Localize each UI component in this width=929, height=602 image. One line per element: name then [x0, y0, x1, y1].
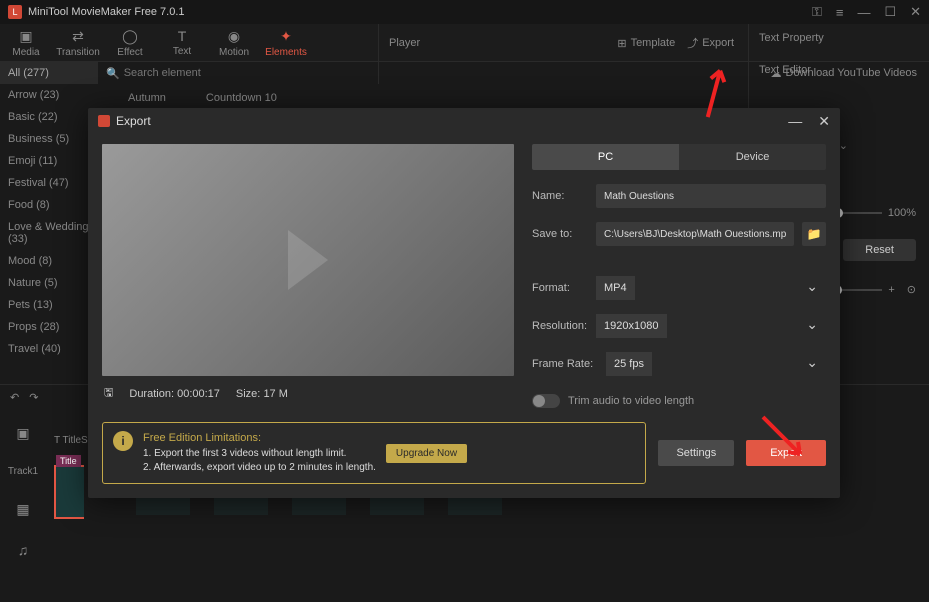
opacity-value: 100%: [888, 207, 916, 219]
minimize-button[interactable]: —: [857, 5, 870, 20]
panel-title: Text Property: [759, 32, 916, 44]
sidebar-item[interactable]: Festival (47): [0, 172, 98, 194]
plus-icon[interactable]: +: [888, 284, 894, 296]
clip-badge: Title: [56, 455, 81, 467]
browse-folder-button[interactable]: 📁: [802, 222, 826, 246]
titles-clip-label: T TitleS: [54, 435, 88, 446]
elements-icon: ✦: [280, 28, 292, 45]
undo-icon[interactable]: ↶: [10, 391, 19, 404]
tab-pc[interactable]: PC: [532, 144, 679, 170]
limitations-title: Free Edition Limitations:: [143, 431, 376, 445]
saveto-input[interactable]: [596, 222, 794, 246]
name-label: Name:: [532, 190, 588, 202]
menu-icon[interactable]: ≡: [836, 5, 844, 20]
tab-device[interactable]: Device: [679, 144, 826, 170]
toolbar-export-button[interactable]: ⤴Export: [687, 35, 734, 51]
motion-icon: ◉: [228, 28, 240, 45]
element-thumb-label[interactable]: Autumn: [128, 92, 166, 104]
element-thumb-label[interactable]: Countdown 10: [206, 92, 277, 104]
tab-text[interactable]: TText: [156, 24, 208, 61]
saveto-label: Save to:: [532, 228, 588, 240]
sidebar-item[interactable]: Emoji (11): [0, 150, 98, 172]
folder-icon: ▣: [19, 28, 32, 45]
trim-audio-label: Trim audio to video length: [568, 395, 694, 407]
player-panel: Player ⊞Template ⤴Export: [378, 24, 744, 84]
tab-motion[interactable]: ◉Motion: [208, 24, 260, 61]
trim-audio-toggle[interactable]: [532, 394, 560, 408]
limitations-line-1: 1. Export the first 3 videos without len…: [143, 447, 376, 461]
video-clip[interactable]: Title: [54, 465, 84, 519]
key-icon[interactable]: ⚿: [812, 4, 822, 20]
sidebar-item[interactable]: Arrow (23): [0, 84, 98, 106]
export-dialog: Export — ✕ 🖫 Duration: 00:00:17 Size: 17…: [88, 108, 840, 498]
save-icon: 🖫: [104, 384, 113, 403]
layer-icon[interactable]: ▣: [16, 425, 29, 442]
sidebar-header[interactable]: All (277): [0, 62, 98, 84]
export-target-tabs: PC Device: [532, 144, 826, 170]
template-button[interactable]: ⊞Template: [617, 37, 675, 50]
export-preview: [102, 144, 514, 376]
export-button[interactable]: Export: [746, 440, 826, 466]
chevron-down-icon[interactable]: ⌄: [839, 139, 848, 152]
close-window-button[interactable]: ✕: [910, 4, 921, 20]
tab-elements[interactable]: ✦Elements: [260, 24, 312, 61]
music-icon[interactable]: ♫: [18, 542, 29, 558]
redo-icon[interactable]: ↷: [29, 391, 38, 404]
format-label: Format:: [532, 282, 588, 294]
duration-label: Duration: 00:00:17: [129, 388, 220, 400]
title-bar: L MiniTool MovieMaker Free 7.0.1 ⚿ ≡ — ☐…: [0, 0, 929, 24]
category-sidebar: Arrow (23) Basic (22) Business (5) Emoji…: [0, 84, 98, 384]
sidebar-item[interactable]: Food (8): [0, 194, 98, 216]
settings-button[interactable]: Settings: [658, 440, 734, 466]
folder-icon: 📁: [807, 227, 822, 241]
image-icon[interactable]: ▦: [16, 501, 29, 518]
size-label: Size: 17 M: [236, 388, 288, 400]
panel-subtitle: Text Editor: [759, 64, 916, 76]
tab-media[interactable]: ▣Media: [0, 24, 52, 61]
name-input[interactable]: [596, 184, 826, 208]
track-label: Track1: [8, 466, 38, 477]
fit-icon[interactable]: ⊙: [907, 283, 916, 296]
format-select[interactable]: MP4: [596, 276, 635, 300]
player-label: Player: [389, 37, 420, 49]
tab-transition[interactable]: ⇄Transition: [52, 24, 104, 61]
search-icon: 🔍: [106, 67, 120, 80]
limitations-banner: i Free Edition Limitations: 1. Export th…: [102, 422, 646, 484]
transition-icon: ⇄: [72, 28, 84, 45]
export-icon: ⤴: [687, 35, 698, 51]
app-logo-icon: [98, 115, 110, 127]
sidebar-item[interactable]: Props (28): [0, 316, 98, 338]
effect-icon: ◯: [122, 28, 138, 45]
resolution-select[interactable]: 1920x1080: [596, 314, 667, 338]
close-modal-button[interactable]: ✕: [818, 113, 830, 130]
app-logo: L: [8, 5, 22, 19]
sidebar-item[interactable]: Basic (22): [0, 106, 98, 128]
tab-effect[interactable]: ◯Effect: [104, 24, 156, 61]
sidebar-item[interactable]: Nature (5): [0, 272, 98, 294]
maximize-button[interactable]: ☐: [884, 4, 896, 20]
text-icon: T: [178, 28, 187, 44]
framerate-label: Frame Rate:: [532, 358, 598, 370]
sidebar-item[interactable]: Pets (13): [0, 294, 98, 316]
info-icon: i: [113, 431, 133, 451]
resolution-label: Resolution:: [532, 320, 588, 332]
search-input[interactable]: [124, 67, 244, 79]
modal-title: Export: [116, 114, 151, 128]
sidebar-item[interactable]: Travel (40): [0, 338, 98, 360]
sidebar-item[interactable]: Love & Wedding (33): [0, 216, 98, 250]
sidebar-item[interactable]: Mood (8): [0, 250, 98, 272]
play-icon: [288, 230, 328, 290]
reset-button[interactable]: Reset: [843, 239, 916, 261]
framerate-select[interactable]: 25 fps: [606, 352, 652, 376]
minimize-modal-button[interactable]: —: [788, 113, 802, 129]
template-icon: ⊞: [617, 37, 626, 50]
limitations-line-2: 2. Afterwards, export video up to 2 minu…: [143, 461, 376, 475]
app-title: MiniTool MovieMaker Free 7.0.1: [28, 6, 812, 18]
upgrade-button[interactable]: Upgrade Now: [386, 444, 467, 463]
sidebar-item[interactable]: Business (5): [0, 128, 98, 150]
